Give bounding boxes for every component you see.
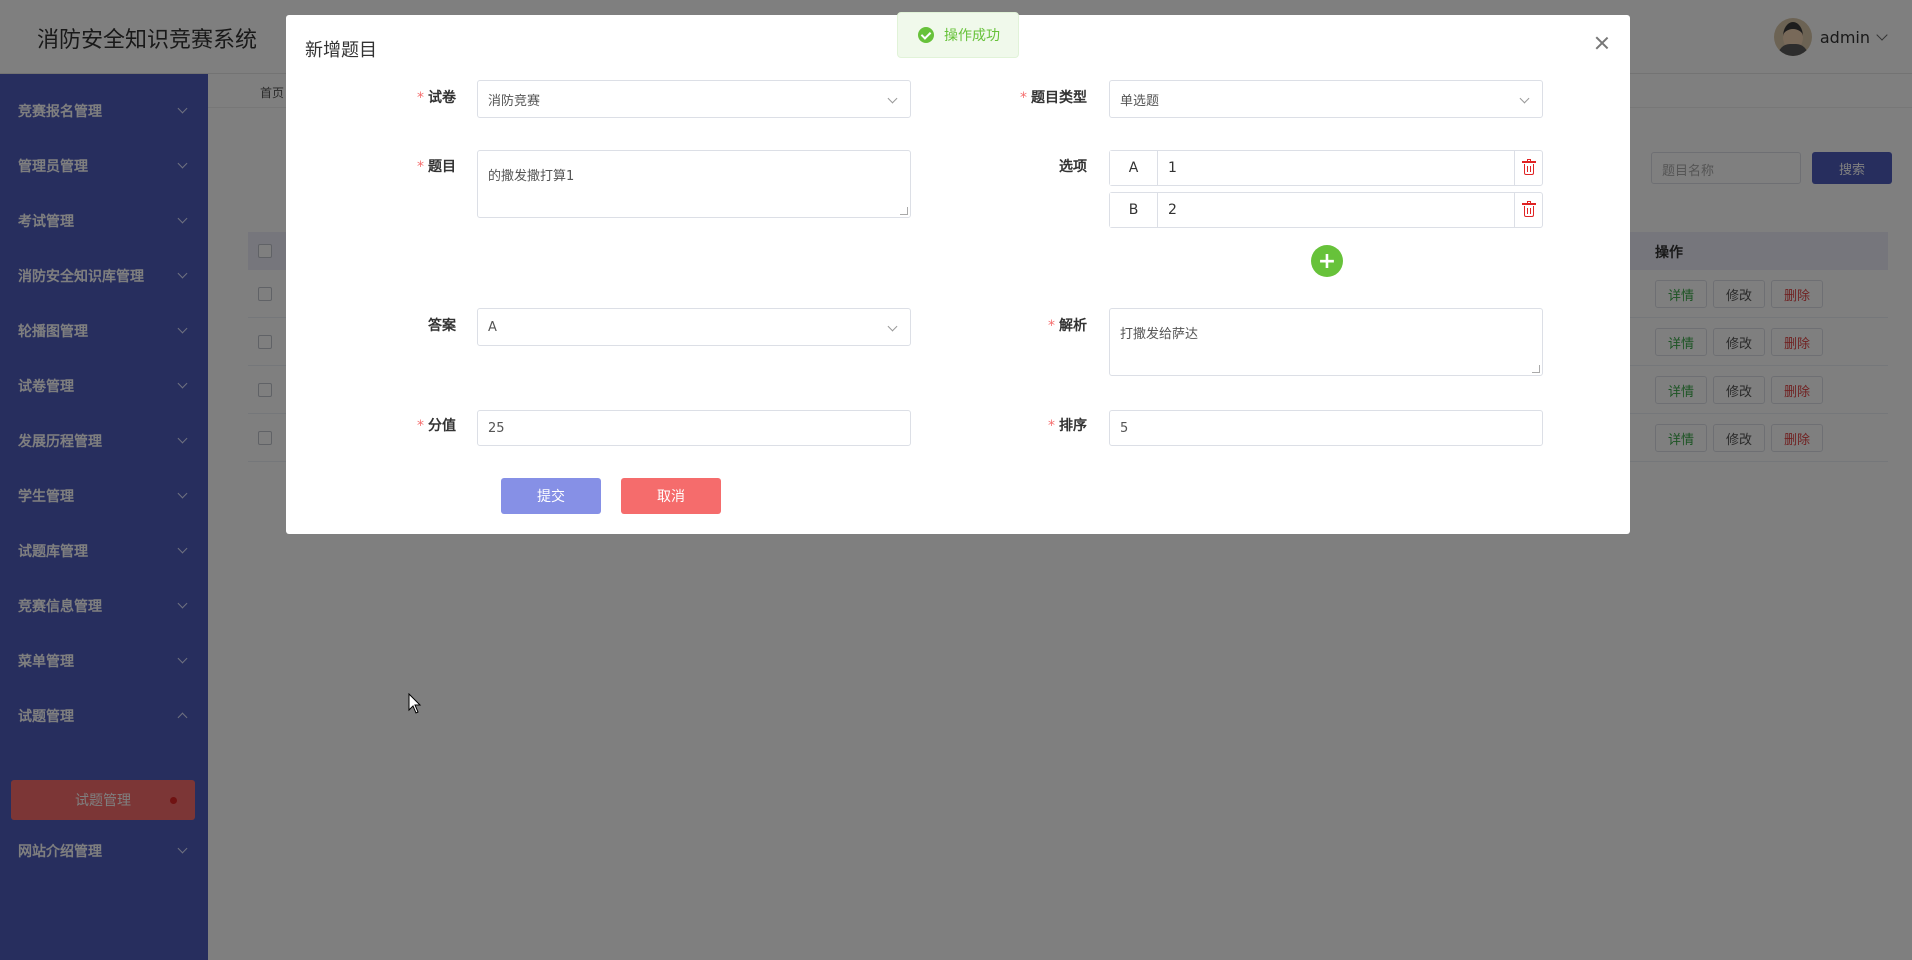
paper-value: 消防竞赛: [488, 93, 541, 109]
chevron-down-icon: [1519, 93, 1530, 104]
dialog-title: 新增题目: [305, 40, 377, 61]
order-label: * 排序: [1048, 418, 1087, 434]
submit-button[interactable]: 提交: [501, 478, 601, 514]
option-value-input[interactable]: 2: [1158, 193, 1514, 227]
score-value: 25: [488, 420, 505, 436]
type-label: * 题目类型: [1020, 90, 1087, 106]
analysis-value: 打撒发给萨达: [1120, 327, 1199, 342]
add-option-button[interactable]: +: [1311, 245, 1343, 277]
resize-handle[interactable]: [900, 207, 908, 215]
option-key: A: [1110, 151, 1158, 185]
check-circle-icon: [918, 27, 934, 43]
question-label: * 题目: [417, 159, 456, 175]
option-row: B 2: [1109, 192, 1543, 228]
trash-icon: [1521, 159, 1536, 175]
resize-handle[interactable]: [1532, 365, 1540, 373]
toast-message: 操作成功: [944, 28, 1000, 44]
cancel-button[interactable]: 取消: [621, 478, 721, 514]
score-label: * 分值: [417, 418, 456, 434]
question-type-value: 单选题: [1120, 93, 1160, 109]
analysis-textarea[interactable]: 打撒发给萨达: [1109, 308, 1543, 376]
chevron-down-icon: [887, 321, 898, 332]
delete-option-button[interactable]: [1514, 151, 1542, 185]
success-toast: 操作成功: [897, 12, 1019, 58]
answer-value: A: [488, 319, 497, 335]
option-key: B: [1110, 193, 1158, 227]
close-icon[interactable]: [1594, 35, 1610, 51]
option-row: A 1: [1109, 150, 1543, 186]
analysis-label: * 解析: [1048, 318, 1087, 334]
paper-select[interactable]: 消防竞赛: [477, 80, 911, 118]
answer-select[interactable]: A: [477, 308, 911, 346]
chevron-down-icon: [887, 93, 898, 104]
question-value: 的撒发撒打算1: [488, 169, 575, 184]
plus-icon: +: [1317, 248, 1337, 274]
paper-label: * 试卷: [417, 90, 456, 106]
score-input[interactable]: 25: [477, 410, 911, 446]
option-value-input[interactable]: 1: [1158, 151, 1514, 185]
order-input[interactable]: 5: [1109, 410, 1543, 446]
mouse-cursor-icon: [408, 692, 422, 715]
answer-label: 答案: [428, 318, 456, 334]
question-type-select[interactable]: 单选题: [1109, 80, 1543, 118]
order-value: 5: [1120, 420, 1129, 436]
question-textarea[interactable]: 的撒发撒打算1: [477, 150, 911, 218]
add-question-dialog: 新增题目 * 试卷 消防竞赛 * 题目类型 单选题 * 题目 的撒发撒打算1 选项 A…: [286, 15, 1630, 534]
trash-icon: [1521, 201, 1536, 217]
delete-option-button[interactable]: [1514, 193, 1542, 227]
options-label: 选项: [1059, 159, 1087, 175]
